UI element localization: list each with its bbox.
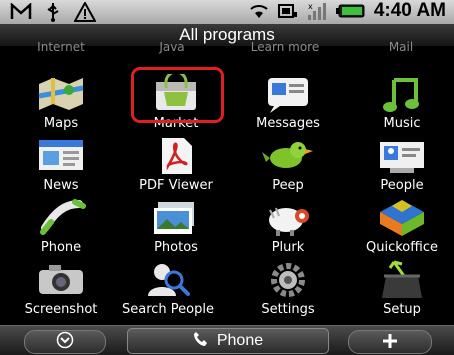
app-people[interactable]: People (352, 136, 452, 192)
app-messages[interactable]: Messages (238, 74, 338, 130)
app-news[interactable]: News (11, 136, 111, 192)
photos-icon (150, 198, 202, 238)
people-icon (376, 136, 428, 176)
phone-button[interactable]: Phone (127, 328, 329, 354)
app-screenshot[interactable]: Screenshot (11, 260, 111, 316)
app-label-java[interactable]: Java (127, 40, 217, 54)
previous-row-labels: Internet Java Learn more Mail (0, 40, 454, 56)
news-icon (35, 136, 87, 176)
messages-icon (262, 74, 314, 114)
pdf-icon (150, 136, 202, 176)
search-people-icon (142, 260, 194, 300)
wifi-icon (248, 2, 270, 20)
setup-icon (376, 260, 428, 300)
app-pdf-viewer[interactable]: PDF Viewer (126, 136, 226, 192)
app-plurk[interactable]: Plurk (238, 198, 338, 254)
warning-icon (74, 2, 96, 22)
app-photos[interactable]: Photos (126, 198, 226, 254)
app-label-mail[interactable]: Mail (356, 40, 446, 54)
app-phone[interactable]: Phone (11, 198, 111, 254)
plus-icon (382, 330, 398, 355)
svg-text:x: x (308, 2, 313, 11)
status-bar: x 4:40 AM (0, 0, 454, 24)
sync-icon (277, 2, 298, 20)
market-highlight-box (131, 67, 224, 123)
usb-icon (44, 2, 62, 22)
camera-icon (35, 260, 87, 300)
app-quickoffice[interactable]: Quickoffice (352, 198, 452, 254)
chevron-down-icon (56, 331, 74, 353)
app-setup[interactable]: Setup (352, 260, 452, 316)
app-label-learn-more[interactable]: Learn more (240, 40, 330, 54)
settings-gear-icon (262, 260, 314, 300)
clock: 4:40 AM (373, 0, 446, 21)
peep-bird-icon (262, 136, 314, 176)
add-button[interactable] (348, 330, 432, 354)
phone-handset-icon (193, 331, 209, 352)
phone-button-label: Phone (216, 332, 264, 349)
app-peep[interactable]: Peep (238, 136, 338, 192)
phone-icon (35, 198, 87, 238)
bottom-bar: Phone (0, 325, 454, 355)
collapse-button[interactable] (24, 330, 106, 354)
battery-icon (335, 3, 366, 19)
gmail-icon (10, 2, 32, 22)
music-icon (376, 74, 428, 114)
app-label-internet[interactable]: Internet (16, 40, 106, 54)
app-music[interactable]: Music (352, 74, 452, 130)
quickoffice-icon (376, 198, 428, 238)
app-search-people[interactable]: Search People (118, 260, 218, 316)
app-maps[interactable]: Maps (11, 74, 111, 130)
app-settings[interactable]: Settings (238, 260, 338, 316)
maps-icon (35, 74, 87, 114)
signal-icon: x (306, 1, 328, 21)
plurk-icon (262, 198, 314, 238)
